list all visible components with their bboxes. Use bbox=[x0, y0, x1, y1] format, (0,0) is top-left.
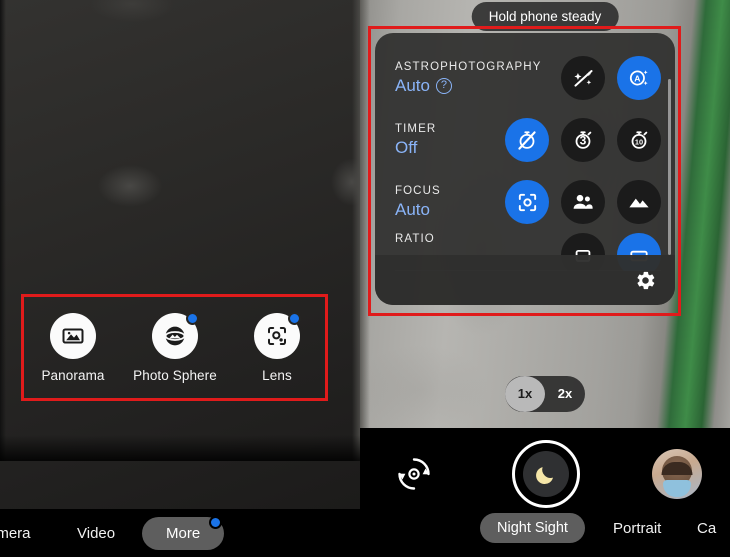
viewfinder-left-edge-shade bbox=[0, 0, 6, 461]
focus-auto-icon-button[interactable] bbox=[505, 180, 549, 224]
settings-row-focus: FOCUS Auto bbox=[375, 171, 675, 233]
timer-10s-icon: 10 bbox=[631, 131, 648, 149]
night-sight-moon-icon bbox=[534, 462, 558, 486]
zoom-option-1x[interactable]: 1x bbox=[505, 376, 545, 412]
panorama-button[interactable] bbox=[50, 313, 96, 359]
panorama-icon bbox=[61, 324, 85, 348]
help-icon[interactable]: ? bbox=[435, 77, 452, 94]
timer-row-value: Off bbox=[395, 137, 418, 157]
focus-landscape-icon-button[interactable] bbox=[617, 180, 661, 224]
viewfinder-right-left-shade bbox=[360, 0, 370, 428]
more-modes-tray: Panorama Photo Sphere Lens bbox=[22, 296, 328, 400]
focus-people-icon bbox=[573, 194, 593, 209]
focus-auto-icon bbox=[518, 193, 536, 211]
astro-auto-icon: A bbox=[629, 70, 648, 86]
right-bottom-bar: Night Sight Portrait Ca bbox=[360, 428, 730, 557]
svg-text:A: A bbox=[634, 73, 640, 83]
timer-off-icon-button[interactable] bbox=[505, 118, 549, 162]
settings-row-astrophotography: ASTROPHOTOGRAPHY Auto ? A bbox=[375, 47, 675, 109]
viewfinder-bottom-fade bbox=[0, 435, 360, 461]
tray-item-label: Photo Sphere bbox=[133, 368, 217, 383]
screenshot-stage: Panorama Photo Sphere Lens mera Video Mo… bbox=[0, 0, 730, 557]
astro-row-title: ASTROPHOTOGRAPHY bbox=[395, 60, 542, 73]
camera-viewfinder-left[interactable] bbox=[0, 0, 360, 509]
left-phone-screen: Panorama Photo Sphere Lens mera Video Mo… bbox=[0, 0, 360, 557]
photo-sphere-icon bbox=[162, 323, 188, 349]
zoom-option-2x[interactable]: 2x bbox=[545, 376, 585, 412]
timer-options: 3 10 bbox=[505, 118, 661, 162]
focus-row-title: FOCUS bbox=[395, 184, 441, 197]
focus-text-block: FOCUS Auto bbox=[395, 185, 441, 220]
thumbnail-mask bbox=[663, 480, 691, 497]
mode-tab-portrait[interactable]: Portrait bbox=[613, 520, 661, 537]
settings-sheet-scrollbar[interactable] bbox=[668, 79, 671, 255]
astro-row-value: Auto bbox=[395, 75, 430, 95]
timer-text-block: TIMER Off bbox=[395, 123, 436, 158]
settings-gear-icon[interactable] bbox=[634, 269, 657, 292]
focus-landscape-icon bbox=[629, 198, 649, 208]
mode-tab-video[interactable]: Video bbox=[77, 525, 115, 542]
photo-sphere-new-badge bbox=[186, 312, 199, 325]
flip-camera-button[interactable] bbox=[388, 448, 440, 500]
lens-new-badge bbox=[288, 312, 301, 325]
right-phone-screen: Hold phone steady ASTROPHOTOGRAPHY Auto … bbox=[360, 0, 730, 557]
camera-mode-tabs: Night Sight Portrait Ca bbox=[360, 511, 730, 545]
astro-options: A bbox=[561, 56, 661, 100]
svg-text:3: 3 bbox=[580, 134, 587, 148]
focus-row-value: Auto bbox=[395, 199, 430, 219]
photo-sphere-circle-wrap bbox=[152, 312, 199, 359]
ratio-text-block: RATIO bbox=[395, 233, 435, 245]
astro-auto-icon-button[interactable]: A bbox=[617, 56, 661, 100]
astro-row-value-wrap: Auto ? bbox=[395, 76, 541, 96]
focus-people-icon-button[interactable] bbox=[561, 180, 605, 224]
timer-off-icon bbox=[518, 131, 536, 150]
google-lens-icon bbox=[265, 324, 289, 348]
timer-3s-icon-button[interactable]: 3 bbox=[561, 118, 605, 162]
tray-item-label: Lens bbox=[262, 368, 292, 383]
hold-steady-hint: Hold phone steady bbox=[471, 2, 619, 31]
svg-text:10: 10 bbox=[635, 138, 643, 147]
timer-3s-icon: 3 bbox=[575, 131, 592, 149]
more-new-badge bbox=[209, 515, 223, 529]
shutter-button[interactable] bbox=[512, 440, 580, 508]
camera-settings-sheet: ASTROPHOTOGRAPHY Auto ? A TIMER Off 3 10… bbox=[375, 33, 675, 305]
photo-thumbnail[interactable] bbox=[652, 449, 702, 499]
mode-tab-camera[interactable]: amera bbox=[0, 525, 31, 542]
left-mode-bar: amera Video More bbox=[0, 509, 360, 557]
tray-item-panorama[interactable]: Panorama bbox=[25, 313, 121, 383]
settings-row-timer: TIMER Off 3 10 bbox=[375, 109, 675, 171]
lens-circle-wrap bbox=[254, 312, 301, 359]
timer-10s-icon-button[interactable]: 10 bbox=[617, 118, 661, 162]
focus-options bbox=[505, 180, 661, 224]
tray-item-label: Panorama bbox=[41, 368, 105, 383]
astro-off-icon-button[interactable] bbox=[561, 56, 605, 100]
camera-controls-row bbox=[360, 440, 730, 508]
mode-tab-more-label: More bbox=[166, 524, 201, 542]
timer-row-title: TIMER bbox=[395, 122, 437, 135]
astro-off-icon bbox=[573, 69, 593, 87]
astro-text-block: ASTROPHOTOGRAPHY Auto ? bbox=[395, 61, 541, 96]
mode-tab-night-sight[interactable]: Night Sight bbox=[480, 513, 585, 543]
tray-item-lens[interactable]: Lens bbox=[229, 312, 325, 383]
viewfinder-right-edge-shade bbox=[352, 0, 360, 461]
panorama-circle-wrap bbox=[50, 313, 96, 359]
mode-tab-more-wrap: More bbox=[142, 515, 225, 550]
shutter-inner bbox=[523, 451, 569, 497]
settings-sheet-footer bbox=[375, 255, 675, 305]
tray-item-photo-sphere[interactable]: Photo Sphere bbox=[127, 312, 223, 383]
mode-tab-camera[interactable]: Ca bbox=[697, 520, 716, 537]
flip-camera-icon bbox=[392, 452, 436, 496]
ratio-row-title: RATIO bbox=[395, 233, 435, 245]
settings-rows: ASTROPHOTOGRAPHY Auto ? A TIMER Off 3 10… bbox=[375, 33, 675, 271]
mode-tab-more[interactable]: More bbox=[142, 515, 225, 550]
zoom-level-switcher: 1x 2x bbox=[505, 376, 585, 412]
